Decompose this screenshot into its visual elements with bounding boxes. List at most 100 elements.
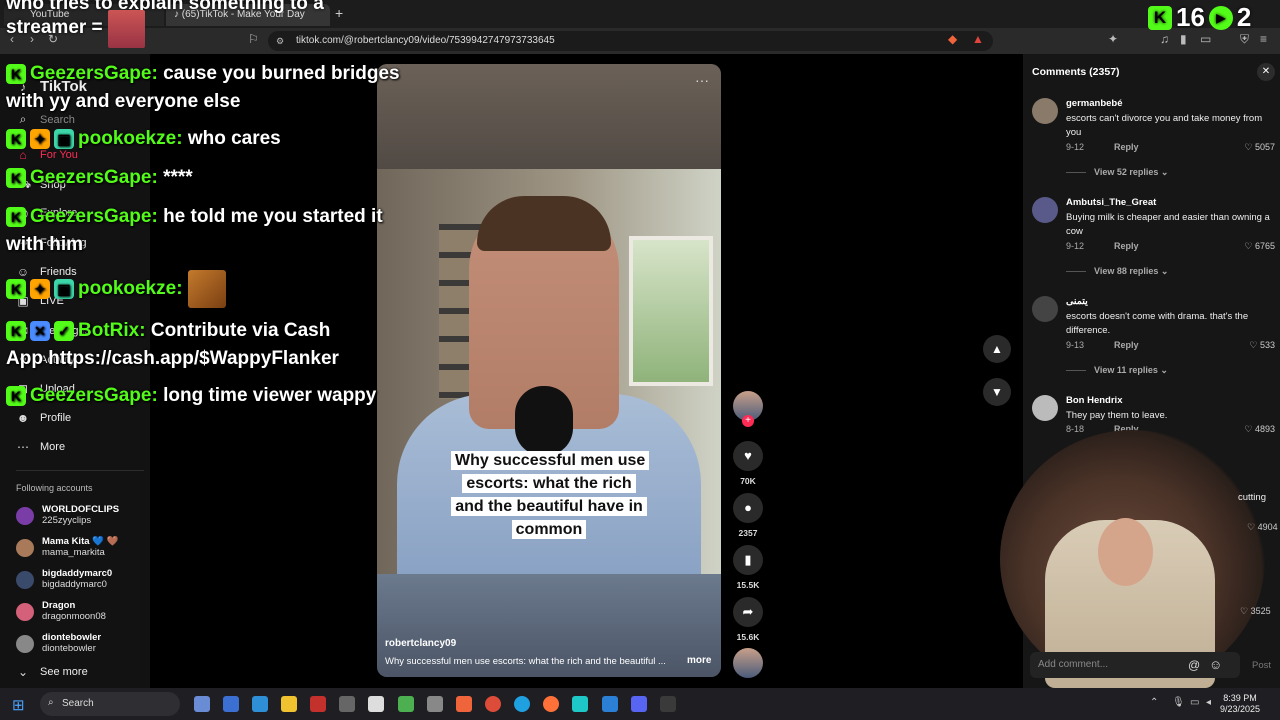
avatar[interactable] — [1032, 395, 1058, 421]
avatar — [16, 603, 34, 621]
partial-like-count: ♡ 4904 — [1247, 522, 1278, 532]
creator-avatar[interactable]: + — [733, 391, 763, 427]
discord-icon[interactable] — [631, 696, 647, 712]
like-count: 3525 — [1250, 606, 1271, 616]
close-icon[interactable]: ✕ — [1257, 63, 1275, 81]
volume-icon[interactable]: ◂ — [1206, 697, 1211, 708]
emoji-icon[interactable]: ☺ — [1209, 657, 1222, 672]
comment-count: 2357 — [738, 528, 758, 538]
following-account[interactable]: Dragon dragonmoon08 — [16, 600, 106, 623]
app-icon[interactable] — [252, 696, 268, 712]
comment-username[interactable]: germanbebé — [1066, 98, 1123, 109]
wallet-icon[interactable]: ▭ — [1200, 32, 1211, 46]
chat-message: K ✕ ✓ BotRix: Contribute via Cash — [6, 317, 330, 345]
heart-icon: ♡ — [1244, 142, 1255, 152]
follow-plus-icon[interactable]: + — [742, 415, 754, 427]
like-count: 70K — [740, 476, 756, 486]
comment-like-button[interactable]: ♡ 4893 — [1244, 424, 1275, 435]
comment-item: germanbebé escorts can't divorce you and… — [1032, 96, 1278, 186]
comment-username[interactable]: يتمنى — [1066, 296, 1088, 307]
chat-message: K GeezersGape: he told me you started it — [6, 203, 383, 231]
prev-video-button[interactable]: ▲ — [983, 335, 1011, 363]
chrome-icon[interactable] — [485, 696, 501, 712]
comment-like-button[interactable]: ♡ 533 — [1249, 340, 1275, 351]
add-comment-placeholder: Add comment... — [1038, 659, 1109, 670]
comment-button[interactable]: ● 2357 — [733, 493, 763, 538]
brave-shield-icon[interactable]: ◆ — [948, 32, 957, 46]
video-top-blur — [377, 64, 721, 169]
app-icon[interactable] — [339, 696, 355, 712]
video-player[interactable]: Why successful men use escorts: what the… — [377, 64, 721, 677]
kick-badge-icon: K — [6, 128, 26, 149]
taskbar-search[interactable]: Search — [40, 692, 180, 716]
rewards-icon[interactable]: ▲ — [972, 32, 984, 46]
windows-start-icon[interactable]: ⊞ — [12, 696, 25, 714]
following-account[interactable]: WORLDOFCLIPS 225zyyclips — [16, 504, 119, 527]
extensions-icon[interactable]: ✦ — [1108, 32, 1118, 46]
comments-title: Comments (2357) — [1032, 66, 1120, 78]
like-button[interactable]: ♥ 70K — [733, 441, 763, 486]
menu-icon[interactable]: ≡ — [1260, 32, 1267, 46]
app-icon[interactable] — [660, 696, 676, 712]
verified-badge-icon: ✓ — [54, 320, 74, 341]
view-replies-button[interactable]: View 52 replies ⌄ — [1066, 167, 1168, 178]
microphone-icon[interactable]: 🎙 — [1172, 697, 1185, 708]
app-icon[interactable] — [398, 696, 414, 712]
reply-button[interactable]: Reply — [1114, 241, 1139, 251]
like-count: 6765 — [1254, 241, 1275, 251]
post-button[interactable]: Post — [1252, 660, 1271, 671]
media-icon[interactable]: ♫ — [1160, 32, 1169, 46]
file-explorer-icon[interactable] — [281, 696, 297, 712]
mention-icon[interactable]: @ — [1188, 658, 1200, 672]
clock-time: 8:39 PM — [1223, 693, 1257, 703]
tray-chevron-icon[interactable]: ⌃ — [1150, 697, 1158, 708]
see-more-button[interactable]: ⌄ See more — [16, 665, 88, 679]
firefox-icon[interactable] — [543, 696, 559, 712]
share-button[interactable]: ➦ 15.6K — [733, 597, 763, 642]
heart-icon: ♡ — [1244, 424, 1255, 434]
comment-username[interactable]: Bon Hendrix — [1066, 395, 1122, 406]
app-icon[interactable] — [223, 696, 239, 712]
following-account[interactable]: Mama Kita 💙 🤎 mama_markita — [16, 536, 118, 559]
view-replies-button[interactable]: View 88 replies ⌄ — [1066, 266, 1168, 277]
more-button[interactable]: more — [687, 655, 711, 666]
kick-badge-icon: K — [6, 167, 26, 188]
comment-like-button[interactable]: ♡ 5057 — [1244, 142, 1275, 153]
sidebar-item-more[interactable]: ⋯ More — [16, 440, 65, 454]
app-icon[interactable] — [194, 696, 210, 712]
view-replies-label: View 88 replies — [1094, 266, 1159, 276]
app-icon[interactable] — [368, 696, 384, 712]
sidebar-toggle-icon[interactable]: ▮ — [1180, 32, 1187, 46]
avatar — [16, 571, 34, 589]
view-replies-button[interactable]: View 11 replies ⌄ — [1066, 365, 1168, 376]
system-clock[interactable]: 8:39 PM 9/23/2025 — [1220, 693, 1260, 715]
reply-button[interactable]: Reply — [1114, 340, 1139, 350]
comment-username[interactable]: Ambutsi_The_Great — [1066, 197, 1156, 208]
network-icon[interactable]: ▭ — [1190, 697, 1199, 708]
avatar[interactable] — [1032, 296, 1058, 322]
save-button[interactable]: ▮ 15.5K — [733, 545, 763, 590]
following-account[interactable]: bigdaddymarc0 bigdaddymarc0 — [16, 568, 112, 591]
sidebar-item-profile[interactable]: ☻ Profile — [16, 411, 72, 425]
kick-badge-icon: K — [6, 63, 26, 84]
comment-like-button[interactable]: ♡ 6765 — [1244, 241, 1275, 252]
vscode-icon[interactable] — [602, 696, 618, 712]
edge-icon[interactable] — [514, 696, 530, 712]
app-icon[interactable] — [572, 696, 588, 712]
video-author[interactable]: robertclancy09 — [385, 638, 456, 649]
avatar[interactable] — [1032, 197, 1058, 223]
app-icon[interactable] — [310, 696, 326, 712]
address-bar[interactable]: tiktok.com/@robertclancy09/video/7539942… — [268, 31, 993, 51]
music-disc[interactable] — [733, 648, 763, 678]
new-tab-button[interactable]: + — [335, 5, 343, 21]
brave-browser-icon[interactable] — [456, 696, 472, 712]
app-icon[interactable] — [427, 696, 443, 712]
avatar[interactable] — [1032, 98, 1058, 124]
next-video-button[interactable]: ▼ — [983, 378, 1011, 406]
reply-button[interactable]: Reply — [1114, 142, 1139, 152]
vpn-icon[interactable]: ⛨ — [1240, 32, 1249, 47]
video-options-icon[interactable]: ··· — [695, 72, 709, 88]
following-account[interactable]: diontebowler diontebowler — [16, 632, 101, 655]
window — [629, 236, 713, 386]
overlay-counter: K 16 ▶ 2 — [1148, 2, 1251, 33]
